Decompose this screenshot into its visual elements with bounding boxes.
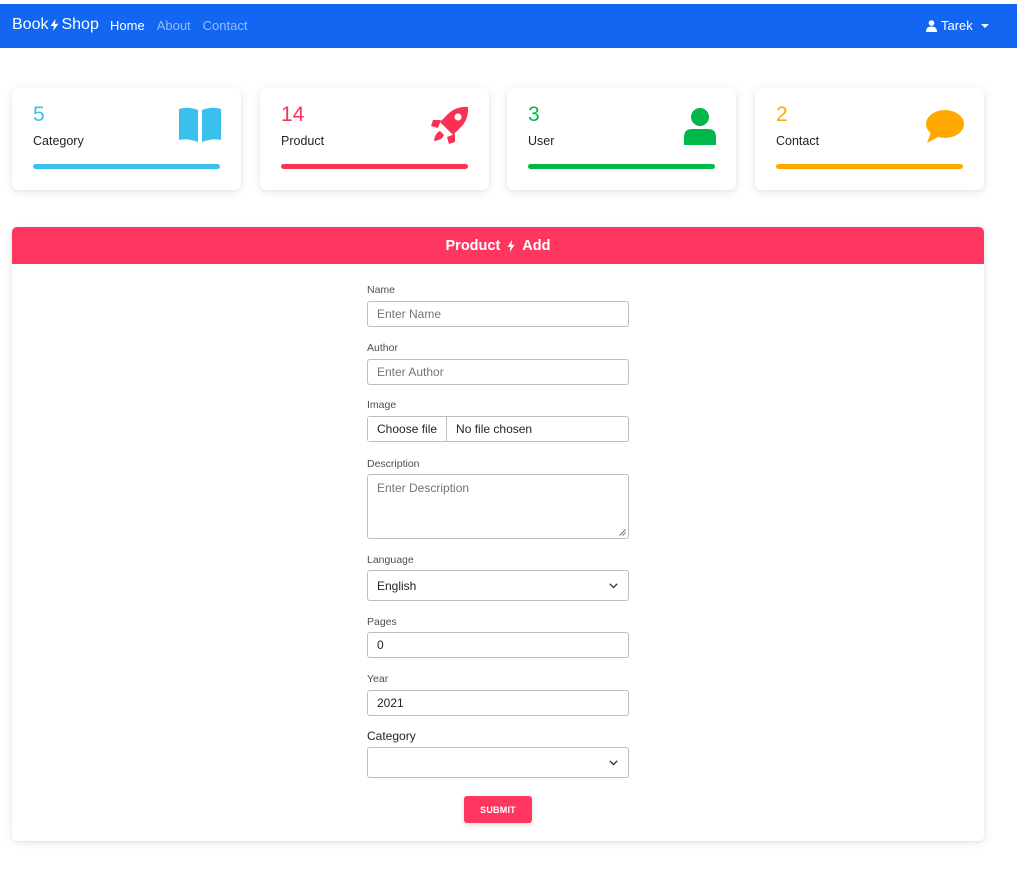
product-add-card: Product Add Name Enter Name Author Enter… [12,227,984,841]
stat-label: Contact [776,134,820,148]
category-label: Category [367,729,416,743]
resize-handle-icon[interactable] [619,529,626,536]
progress-bar [281,164,468,169]
form-header-action: Add [522,237,551,254]
book-open-icon [179,107,221,142]
stat-card-contact: 2 Contact [755,88,984,190]
file-status: No file chosen [456,422,533,436]
description-textarea[interactable]: Enter Description [367,474,629,539]
description-placeholder: Enter Description [377,481,470,495]
image-file-input[interactable]: Choose file No file chosen [367,416,629,442]
stat-value: 2 [776,103,788,126]
author-label: Author [367,342,398,354]
form-header-title: Product [445,237,501,254]
language-label: Language [367,554,414,566]
progress-bar [776,164,963,169]
user-name: Tarek [941,18,973,33]
chevron-down-icon [609,759,618,766]
stat-card-category: 5 Category [12,88,241,190]
image-label: Image [367,399,397,411]
name-label: Name [367,284,396,296]
bolt-icon [507,239,515,252]
brand-logo[interactable]: Book Shop [12,16,99,34]
nav-links: Home About Contact [110,18,247,33]
brand-text-right: Shop [61,16,99,33]
nav-link-about[interactable]: About [157,18,191,33]
description-label: Description [367,458,420,470]
choose-file-button[interactable]: Choose file [368,417,448,441]
chevron-down-icon [609,582,618,589]
comment-icon [926,110,964,143]
year-input[interactable]: 2021 [367,690,629,716]
author-input[interactable]: Enter Author [367,359,629,385]
stat-label: User [528,134,555,148]
brand-text-left: Book [12,16,49,33]
user-icon [684,108,716,145]
submit-button[interactable]: SUBMIT [464,796,532,823]
year-label: Year [367,673,389,685]
progress-bar [33,164,220,169]
user-dropdown[interactable]: Tarek [926,18,989,33]
stat-card-product: 14 Product [260,88,489,190]
category-select[interactable] [367,747,629,778]
year-value: 2021 [377,696,404,710]
bolt-icon [50,19,59,31]
pages-label: Pages [367,616,397,628]
form-header: Product Add [12,227,984,264]
stat-value: 14 [281,103,305,126]
rocket-icon [431,106,469,144]
stat-label: Product [281,134,325,148]
progress-bar [528,164,715,169]
language-value: English [377,578,417,593]
user-icon [926,19,937,32]
chevron-down-icon [980,24,989,28]
name-input[interactable]: Enter Name [367,301,629,327]
nav-link-home[interactable]: Home [110,18,145,33]
stat-value: 5 [33,103,45,126]
pages-input[interactable]: 0 [367,632,629,658]
nav-link-contact[interactable]: Contact [203,18,248,33]
stat-value: 3 [528,103,540,126]
stat-card-user: 3 User [507,88,736,190]
language-select[interactable]: English [367,570,629,601]
author-placeholder: Enter Author [377,365,444,379]
navbar: Book Shop Home About Contact Tarek [0,4,1017,48]
name-placeholder: Enter Name [377,307,442,321]
pages-value: 0 [377,638,384,652]
stat-label: Category [33,134,84,148]
